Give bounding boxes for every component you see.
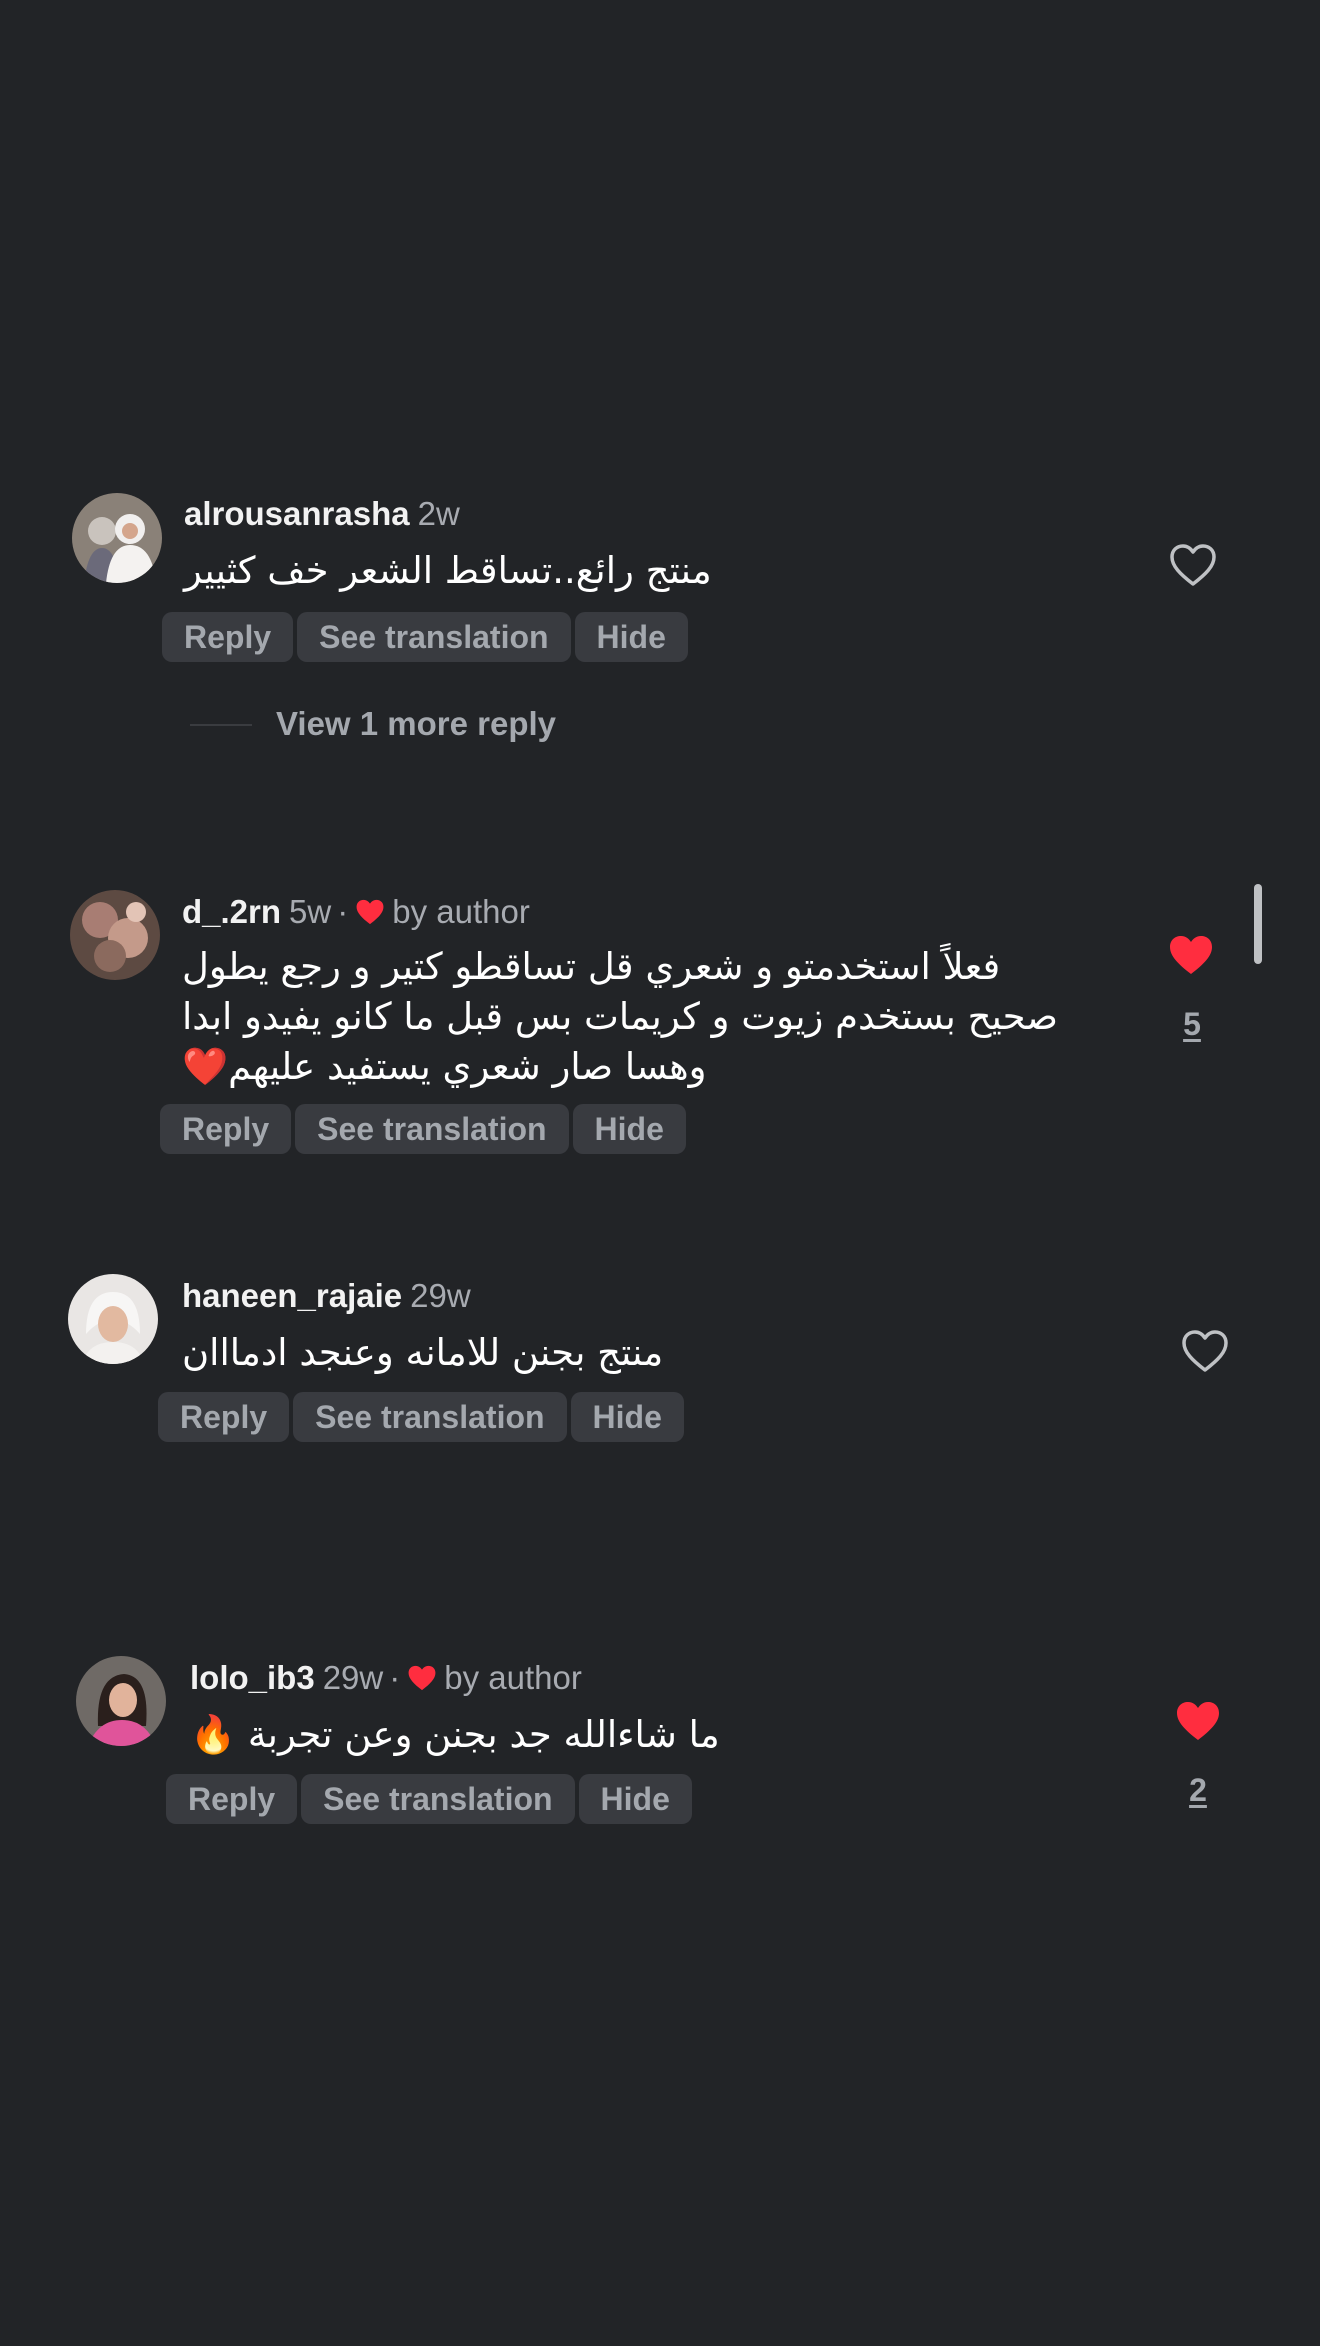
reply-button[interactable]: Reply xyxy=(166,1774,298,1824)
comment-text: ما شاءالله جد بجنن وعن تجربة 🔥 xyxy=(190,1710,720,1760)
comment-text-line: منتج بجنن للامانه وعنجد ادمااان xyxy=(182,1331,664,1374)
see-translation-button[interactable]: See translation xyxy=(295,1104,569,1154)
heart-filled-icon[interactable] xyxy=(1166,932,1216,978)
avatar[interactable] xyxy=(70,890,160,980)
comment-text-line: فعلاً استخدمتو و شعري قل تساقطو كتير و ر… xyxy=(182,945,1001,988)
username[interactable]: haneen_rajaie xyxy=(182,1277,402,1314)
reply-button[interactable]: Reply xyxy=(160,1104,292,1154)
see-translation-button[interactable]: See translation xyxy=(297,612,571,662)
reply-button[interactable]: Reply xyxy=(162,612,294,662)
heart-filled-icon[interactable] xyxy=(1173,1698,1223,1744)
see-translation-button[interactable]: See translation xyxy=(301,1774,575,1824)
author-heart-icon xyxy=(354,896,386,936)
avatar[interactable] xyxy=(76,1656,166,1746)
liked-by-author-label: by author xyxy=(392,893,530,930)
reply-button[interactable]: Reply xyxy=(158,1392,290,1442)
like-count[interactable]: 2 xyxy=(1168,1772,1228,1809)
comment-time: 2w xyxy=(417,495,460,532)
comment-time: 29w xyxy=(322,1659,384,1696)
author-heart-icon xyxy=(406,1662,438,1702)
scrollbar[interactable] xyxy=(1254,884,1262,964)
heart-outline-icon[interactable] xyxy=(1180,1328,1230,1374)
comment-text: منتج بجنن للامانه وعنجد ادمااان xyxy=(182,1328,663,1378)
comment-text: منتج رائع..تساقط الشعر خف كثيير xyxy=(184,546,712,596)
see-translation-button[interactable]: See translation xyxy=(293,1392,567,1442)
comment-text-line: صحيح بستخدم زيوت و كريمات بس قبل ما كانو… xyxy=(182,995,1058,1038)
comment-time: 5w xyxy=(289,893,332,930)
hide-button[interactable]: Hide xyxy=(572,1104,686,1154)
separator-dot: · xyxy=(337,893,349,930)
avatar[interactable] xyxy=(68,1274,158,1364)
username[interactable]: d_.2rn xyxy=(182,893,281,930)
liked-by-author-label: by author xyxy=(444,1659,582,1696)
hide-button[interactable]: Hide xyxy=(574,612,688,662)
hide-button[interactable]: Hide xyxy=(570,1392,684,1442)
comment-time: 29w xyxy=(410,1277,471,1314)
avatar[interactable] xyxy=(72,493,162,583)
separator-dot: · xyxy=(389,1659,401,1696)
view-replies-divider xyxy=(190,724,252,726)
username[interactable]: alrousanrasha xyxy=(184,495,410,532)
comment-text-line: وهسا صار شعري يستفيد عليهم❤️ xyxy=(182,1045,707,1088)
hide-button[interactable]: Hide xyxy=(578,1774,692,1824)
username[interactable]: lolo_ib3 xyxy=(190,1659,315,1696)
comment-text-line: منتج رائع..تساقط الشعر خف كثيير xyxy=(184,549,712,592)
comment-text-line: ما شاءالله جد بجنن وعن تجربة 🔥 xyxy=(190,1713,720,1756)
view-more-replies-link[interactable]: View 1 more reply xyxy=(276,705,556,743)
comment-text: فعلاً استخدمتو و شعري قل تساقطو كتير و ر… xyxy=(182,942,1058,1092)
like-count[interactable]: 5 xyxy=(1162,1006,1222,1043)
heart-outline-icon[interactable] xyxy=(1168,542,1218,588)
